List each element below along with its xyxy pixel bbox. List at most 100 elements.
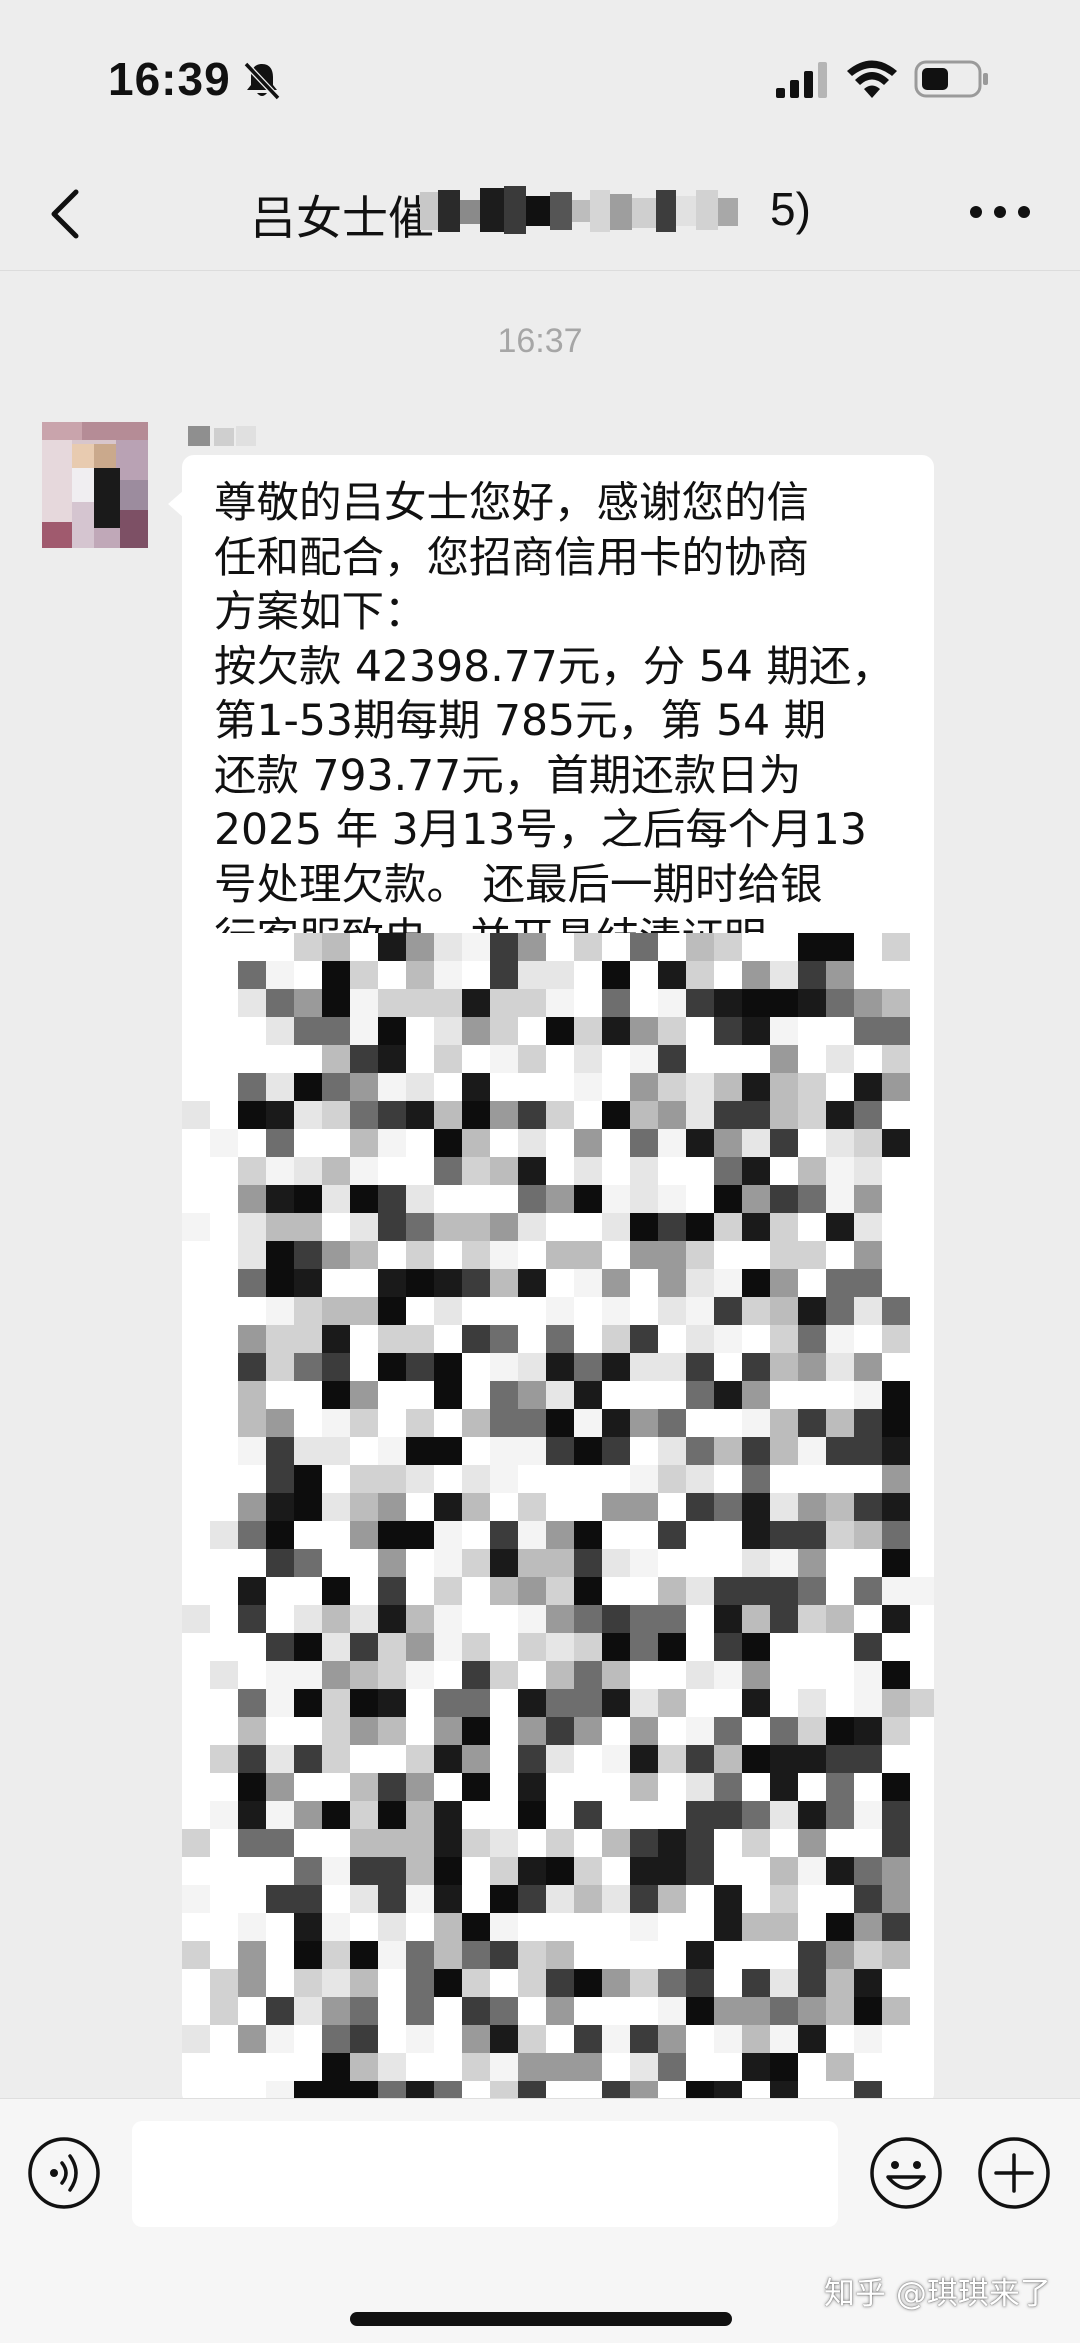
mosaic-tile — [546, 1269, 574, 1297]
mosaic-tile — [406, 1213, 434, 1241]
mosaic-tile — [742, 1045, 770, 1073]
mosaic-tile — [658, 1577, 686, 1605]
mosaic-tile — [294, 1857, 322, 1885]
mosaic-tile — [546, 1409, 574, 1437]
mosaic-tile — [490, 1689, 518, 1717]
mosaic-tile — [882, 1941, 910, 1969]
mosaic-tile — [350, 1129, 378, 1157]
mosaic-tile — [602, 1493, 630, 1521]
mosaic-tile — [266, 1241, 294, 1269]
mosaic-tile — [294, 1269, 322, 1297]
mosaic-tile — [182, 1885, 210, 1913]
mosaic-tile — [602, 1969, 630, 1997]
mosaic-tile — [602, 1325, 630, 1353]
mosaic-tile — [462, 1017, 490, 1045]
mosaic-tile — [490, 1045, 518, 1073]
mosaic-tile — [658, 1801, 686, 1829]
mosaic-tile — [462, 1521, 490, 1549]
mosaic-tile — [770, 989, 798, 1017]
message-bubble[interactable]: 尊敬的吕女士您好，感谢您的信 任和配合，您招商信用卡的协商 方案如下： 按欠款 … — [182, 455, 934, 2105]
mosaic-tile — [630, 1437, 658, 1465]
mosaic-tile — [518, 1493, 546, 1521]
mosaic-tile — [798, 2025, 826, 2053]
voice-button[interactable] — [26, 2135, 102, 2211]
mosaic-tile — [462, 1269, 490, 1297]
emoji-button[interactable] — [868, 2135, 944, 2211]
mosaic-tile — [686, 1661, 714, 1689]
mosaic-tile — [546, 1801, 574, 1829]
mosaic-tile — [518, 1689, 546, 1717]
mosaic-tile — [462, 1605, 490, 1633]
mosaic-tile — [714, 1045, 742, 1073]
back-button[interactable] — [40, 178, 100, 248]
mosaic-tile — [770, 1241, 798, 1269]
mosaic-tile — [378, 1745, 406, 1773]
mosaic-tile — [602, 1941, 630, 1969]
avatar[interactable] — [42, 422, 148, 548]
mosaic-tile — [294, 1801, 322, 1829]
mosaic-tile — [238, 1997, 266, 2025]
mosaic-tile — [910, 1773, 934, 1801]
mosaic-tile — [378, 1633, 406, 1661]
mosaic-tile — [686, 1297, 714, 1325]
mosaic-tile — [770, 1885, 798, 1913]
mosaic-tile — [882, 1633, 910, 1661]
mosaic-tile — [770, 1437, 798, 1465]
mosaic-tile — [434, 1045, 462, 1073]
mosaic-tile — [574, 1801, 602, 1829]
mosaic-tile — [462, 1549, 490, 1577]
plus-button[interactable] — [976, 2135, 1052, 2211]
mosaic-tile — [238, 1885, 266, 1913]
mosaic-tile — [182, 2053, 210, 2081]
mosaic-tile — [518, 1157, 546, 1185]
mosaic-tile — [714, 989, 742, 1017]
mosaic-tile — [406, 1717, 434, 1745]
mosaic-tile — [378, 1689, 406, 1717]
mosaic-tile — [266, 1493, 294, 1521]
mosaic-tile — [434, 1325, 462, 1353]
mosaic-tile — [322, 1717, 350, 1745]
mosaic-tile — [434, 1801, 462, 1829]
message-input[interactable] — [132, 2121, 838, 2227]
mosaic-tile — [826, 2053, 854, 2081]
mosaic-tile — [518, 1465, 546, 1493]
mosaic-tile — [238, 1661, 266, 1689]
mosaic-tile — [574, 1325, 602, 1353]
mosaic-tile — [854, 1857, 882, 1885]
mosaic-tile — [658, 1829, 686, 1857]
mosaic-tile — [238, 1605, 266, 1633]
mosaic-tile — [910, 1353, 934, 1381]
mosaic-tile — [462, 1829, 490, 1857]
mosaic-tile — [742, 1969, 770, 1997]
mosaic-tile — [434, 1997, 462, 2025]
mosaic-tile — [742, 2025, 770, 2053]
mosaic-tile — [406, 1409, 434, 1437]
mosaic-tile — [686, 1773, 714, 1801]
mosaic-tile — [294, 2025, 322, 2053]
mosaic-tile — [910, 1381, 934, 1409]
more-dots-icon — [970, 206, 1030, 218]
mosaic-tile — [518, 1577, 546, 1605]
mosaic-tile — [266, 1045, 294, 1073]
mosaic-tile — [350, 1437, 378, 1465]
mosaic-tile — [238, 1773, 266, 1801]
mosaic-tile — [462, 1409, 490, 1437]
mosaic-tile — [882, 1969, 910, 1997]
mosaic-tile — [630, 2025, 658, 2053]
mosaic-tile — [322, 1521, 350, 1549]
mosaic-tile — [518, 1745, 546, 1773]
mosaic-tile — [434, 1969, 462, 1997]
mosaic-tile — [882, 1353, 910, 1381]
mosaic-tile — [574, 1969, 602, 1997]
mosaic-tile — [518, 1325, 546, 1353]
mosaic-tile — [378, 1073, 406, 1101]
mosaic-tile — [826, 1969, 854, 1997]
mosaic-tile — [266, 1913, 294, 1941]
mosaic-tile — [462, 1913, 490, 1941]
mosaic-tile — [574, 1913, 602, 1941]
mosaic-tile — [210, 1829, 238, 1857]
mosaic-tile — [882, 933, 910, 961]
more-button[interactable] — [960, 182, 1040, 242]
mosaic-tile — [714, 1969, 742, 1997]
mosaic-tile — [910, 989, 934, 1017]
